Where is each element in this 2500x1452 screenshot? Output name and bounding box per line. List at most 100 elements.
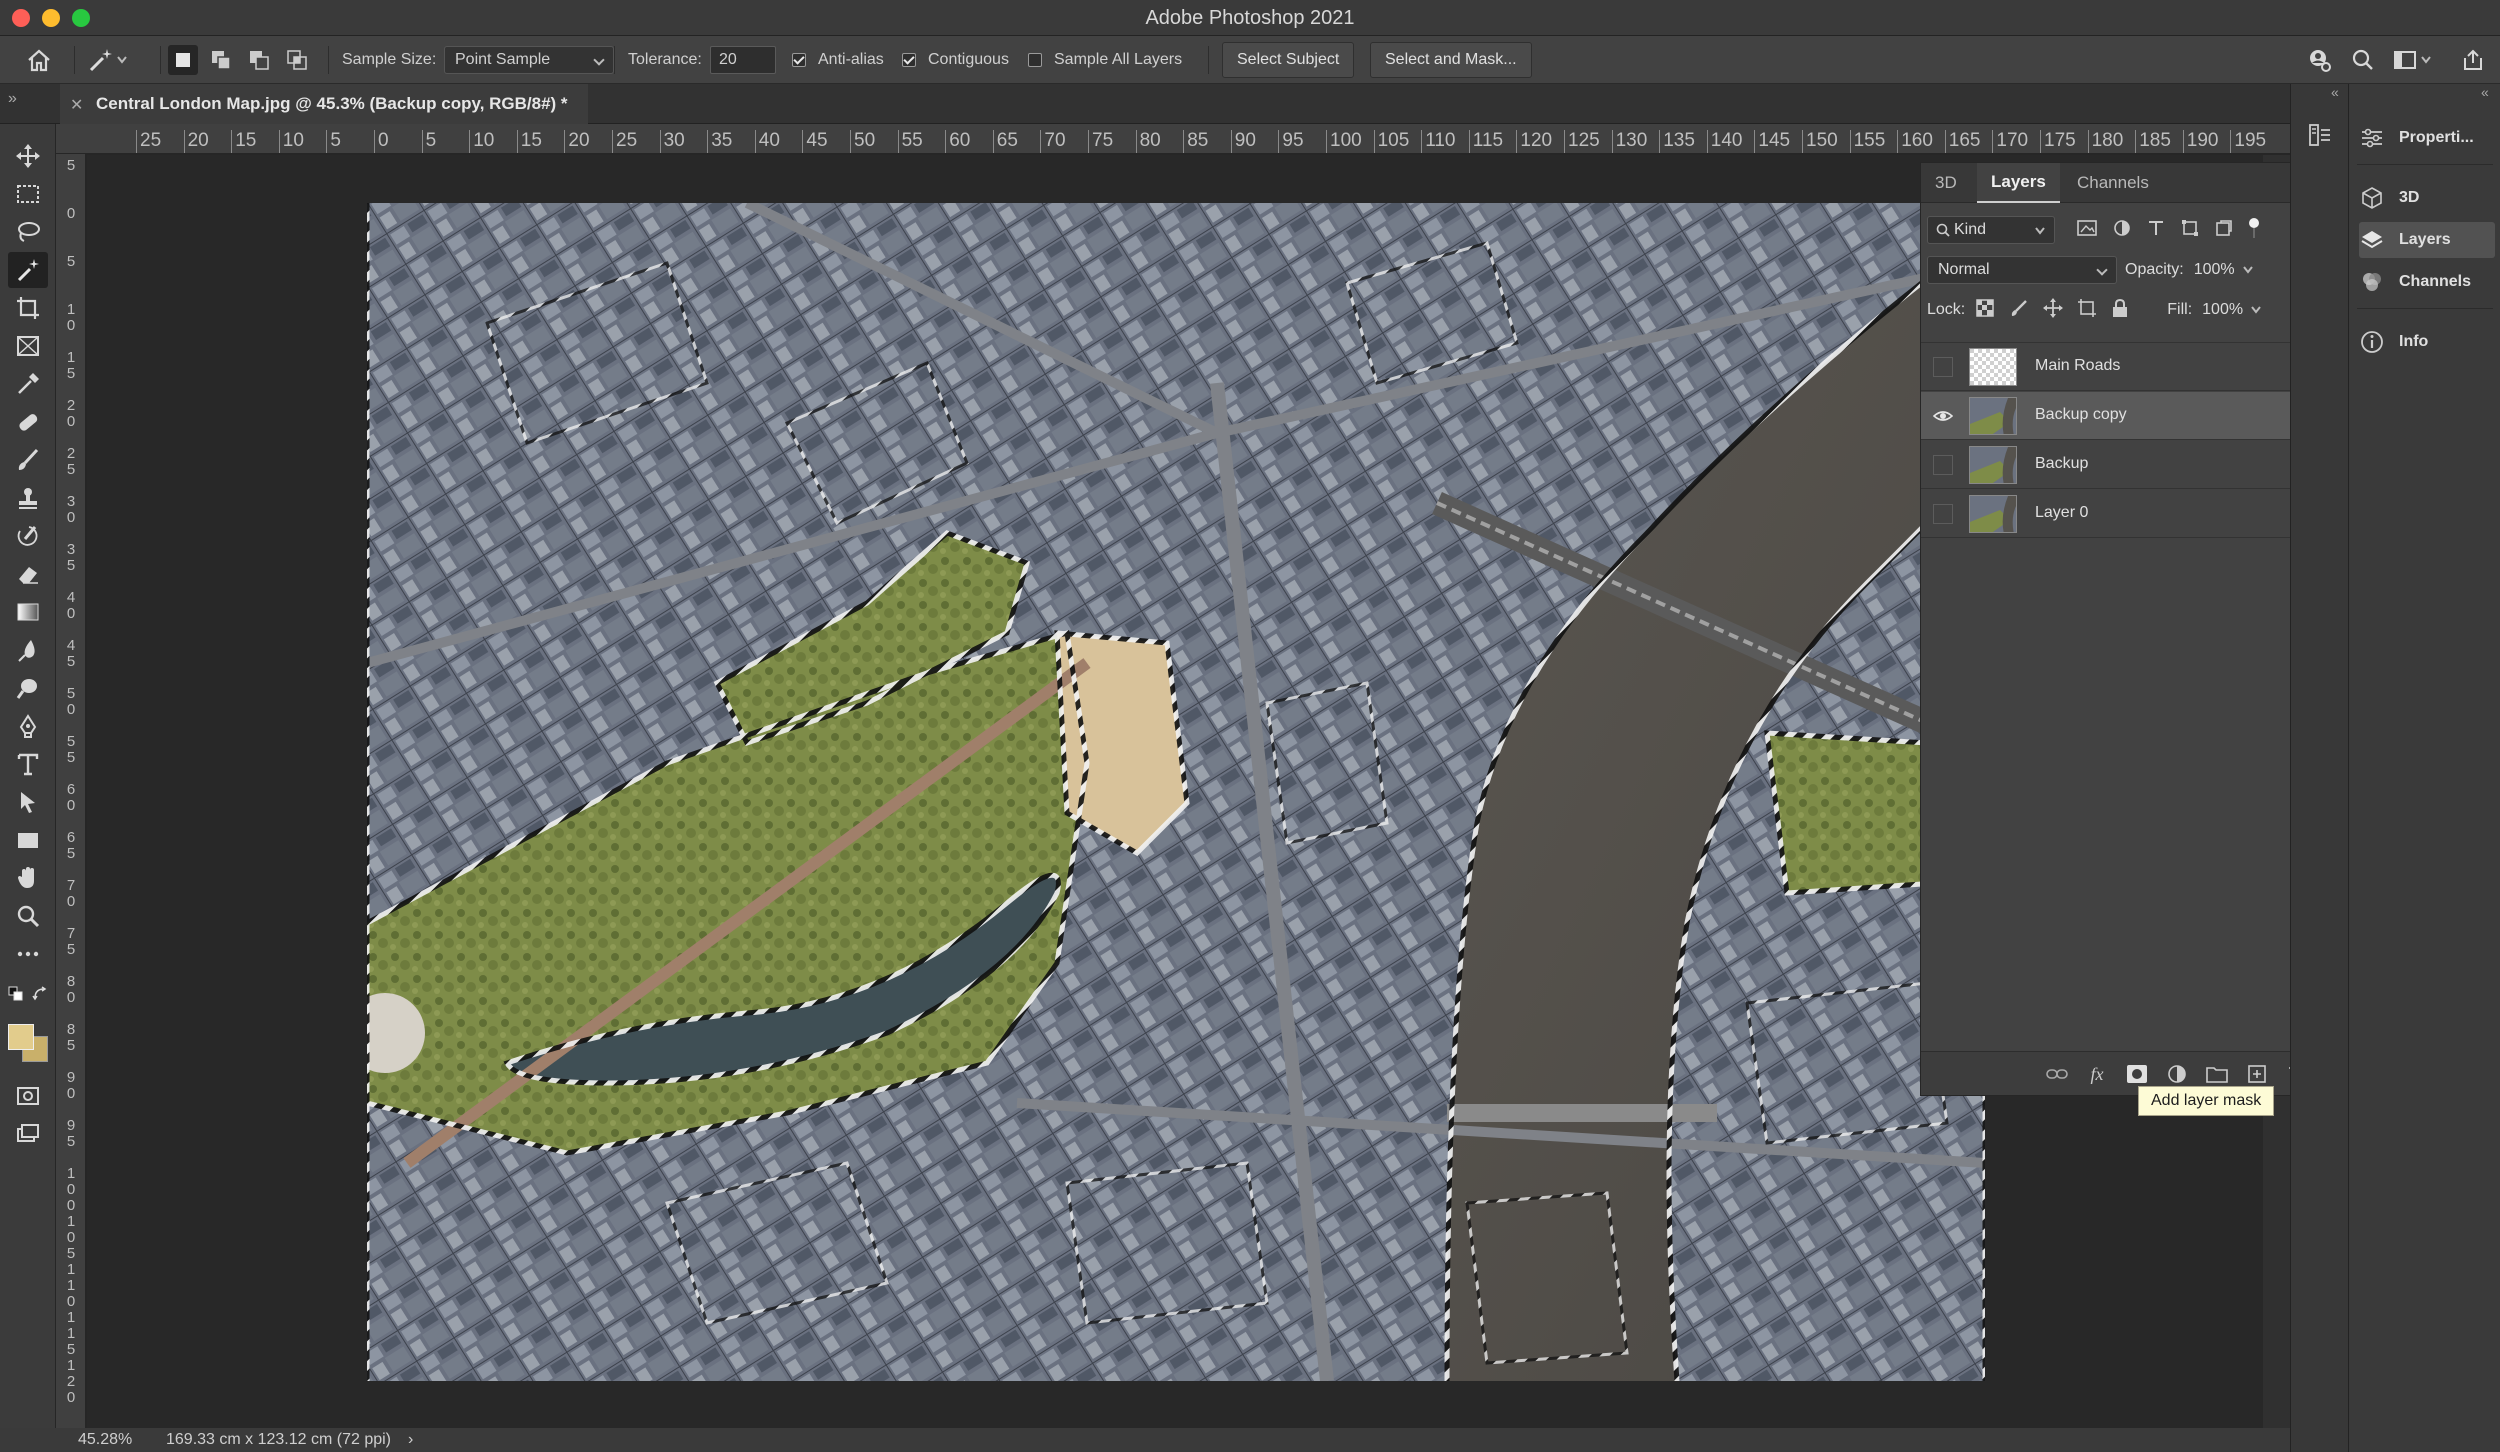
layer-row-layer-0[interactable]: Layer 0 — [1921, 490, 2325, 538]
layer-style-fx-icon[interactable]: fx — [2085, 1062, 2109, 1086]
marquee-tool[interactable] — [8, 176, 48, 212]
collapse-toolbar-icon[interactable]: » — [8, 90, 17, 108]
history-icon[interactable] — [2307, 122, 2333, 153]
lock-image-pixels-icon[interactable] — [2009, 298, 2029, 323]
ruler-tick-label: 150 — [1802, 130, 1838, 153]
sample-all-layers-checkbox[interactable]: Sample All Layers — [1028, 36, 1182, 84]
subtract-from-selection-button[interactable] — [244, 36, 274, 84]
close-tab-icon[interactable]: ✕ — [70, 95, 83, 115]
eraser-tool[interactable] — [8, 556, 48, 592]
filter-toggle-icon[interactable] — [2247, 217, 2261, 244]
panel-info[interactable]: Info — [2359, 324, 2495, 360]
type-tool[interactable] — [8, 746, 48, 782]
hand-tool[interactable] — [8, 860, 48, 896]
panel-channels[interactable]: Channels — [2359, 264, 2495, 300]
filter-shape-icon[interactable] — [2181, 219, 2199, 242]
ruler-tick-label: 115 — [66, 1309, 76, 1358]
brush-tool[interactable] — [8, 442, 48, 478]
tab-channels[interactable]: Channels — [2063, 163, 2163, 203]
quick-mask-button[interactable] — [8, 1078, 48, 1114]
adjustment-layer-icon[interactable] — [2165, 1062, 2189, 1086]
default-colors-icon[interactable] — [8, 986, 24, 1007]
vertical-ruler[interactable]: 5051015202530354045505560657075808590951… — [56, 154, 86, 1428]
blend-mode-select[interactable]: Normal — [1927, 256, 2117, 284]
frame-tool[interactable] — [8, 328, 48, 364]
layer-row-main-roads[interactable]: Main Roads — [1921, 343, 2325, 391]
lock-position-icon[interactable] — [2043, 297, 2064, 323]
collapse-column-icon[interactable]: « — [2481, 84, 2489, 100]
foreground-color-swatch[interactable] — [8, 1024, 34, 1050]
filter-adjustment-icon[interactable] — [2113, 219, 2131, 242]
new-group-folder-icon[interactable] — [2205, 1062, 2229, 1086]
filter-pixel-icon[interactable] — [2077, 219, 2097, 242]
chevron-down-icon[interactable] — [2242, 265, 2254, 275]
lock-artboard-icon[interactable] — [2077, 298, 2097, 323]
filter-smart-object-icon[interactable] — [2215, 219, 2233, 242]
panel-properties[interactable]: Properti... — [2359, 120, 2495, 156]
sample-size-select[interactable]: Point Sample — [444, 46, 614, 74]
status-menu-arrow[interactable]: › — [408, 1431, 413, 1449]
expand-dock-icon[interactable]: « — [2331, 84, 2339, 100]
lock-transparent-pixels-icon[interactable] — [1975, 298, 1995, 323]
eyedropper-tool[interactable] — [8, 366, 48, 402]
layer-row-backup-copy[interactable]: Backup copy — [1921, 392, 2325, 440]
zoom-level[interactable]: 45.28% — [78, 1431, 132, 1449]
lasso-tool[interactable] — [8, 214, 48, 250]
lock-all-icon[interactable] — [2111, 298, 2129, 323]
path-selection-tool[interactable] — [8, 784, 48, 820]
visibility-toggle[interactable] — [1933, 504, 1953, 524]
anti-alias-checkbox[interactable]: Anti-alias — [792, 36, 884, 84]
add-selection-icon — [206, 45, 236, 75]
layer-row-backup[interactable]: Backup — [1921, 441, 2325, 489]
magic-wand-tool[interactable] — [8, 252, 48, 288]
screen-mode-button[interactable] — [8, 1116, 48, 1152]
visibility-toggle[interactable] — [1933, 357, 1953, 377]
layer-name: Backup copy — [2035, 406, 2127, 423]
canvas-image-aerial-map[interactable] — [367, 203, 1985, 1381]
fill-input[interactable]: 100% — [2198, 297, 2250, 323]
swap-colors-icon[interactable] — [32, 986, 48, 1007]
gradient-tool[interactable] — [8, 594, 48, 630]
move-tool[interactable] — [8, 138, 48, 174]
tab-layers[interactable]: Layers — [1977, 163, 2060, 203]
layer-name: Main Roads — [2035, 357, 2121, 374]
panel-layers[interactable]: Layers — [2359, 222, 2495, 258]
healing-brush-tool[interactable] — [8, 404, 48, 440]
select-and-mask-button[interactable]: Select and Mask... — [1370, 42, 1532, 78]
panel-3d[interactable]: 3D — [2359, 180, 2495, 216]
pen-tool[interactable] — [8, 708, 48, 744]
filter-type-icon[interactable] — [2147, 219, 2165, 242]
share-learn-button[interactable] — [2304, 36, 2334, 84]
new-layer-icon[interactable] — [2245, 1062, 2269, 1086]
eye-icon[interactable] — [1932, 406, 1954, 426]
tolerance-input[interactable]: 20 — [710, 46, 776, 74]
rectangle-tool[interactable] — [8, 822, 48, 858]
tab-3d[interactable]: 3D — [1921, 163, 1971, 203]
history-brush-tool[interactable] — [8, 518, 48, 554]
home-button[interactable] — [24, 36, 54, 84]
edit-toolbar-button[interactable] — [8, 936, 48, 972]
search-button[interactable] — [2348, 36, 2378, 84]
new-selection-button[interactable] — [168, 36, 198, 84]
add-layer-mask-icon[interactable] — [2125, 1062, 2149, 1086]
blur-tool[interactable] — [8, 632, 48, 668]
tool-preset-picker[interactable] — [86, 36, 128, 84]
share-button[interactable] — [2458, 36, 2488, 84]
select-subject-button[interactable]: Select Subject — [1222, 42, 1355, 78]
document-tab[interactable]: ✕ Central London Map.jpg @ 45.3% (Backup… — [60, 84, 588, 124]
dodge-tool[interactable] — [8, 670, 48, 706]
horizontal-ruler[interactable]: 25 20 15 10 5 0 5 10 15 20 25 30 35 40 45 50 55 60 65 70 75 8… — [56, 124, 2290, 154]
workspace-switcher[interactable] — [2390, 36, 2432, 84]
chevron-down-icon[interactable] — [2250, 305, 2262, 315]
zoom-tool[interactable] — [8, 898, 48, 934]
add-to-selection-button[interactable] — [206, 36, 236, 84]
ruler-tick-label: 125 — [1564, 130, 1600, 153]
opacity-input[interactable]: 100% — [2190, 257, 2242, 283]
visibility-toggle[interactable] — [1933, 455, 1953, 475]
crop-tool[interactable] — [8, 290, 48, 326]
intersect-selection-button[interactable] — [282, 36, 312, 84]
filter-kind-select[interactable]: Kind — [1927, 216, 2055, 244]
contiguous-checkbox[interactable]: Contiguous — [902, 36, 1009, 84]
clone-stamp-tool[interactable] — [8, 480, 48, 516]
link-layers-icon[interactable] — [2045, 1062, 2069, 1086]
